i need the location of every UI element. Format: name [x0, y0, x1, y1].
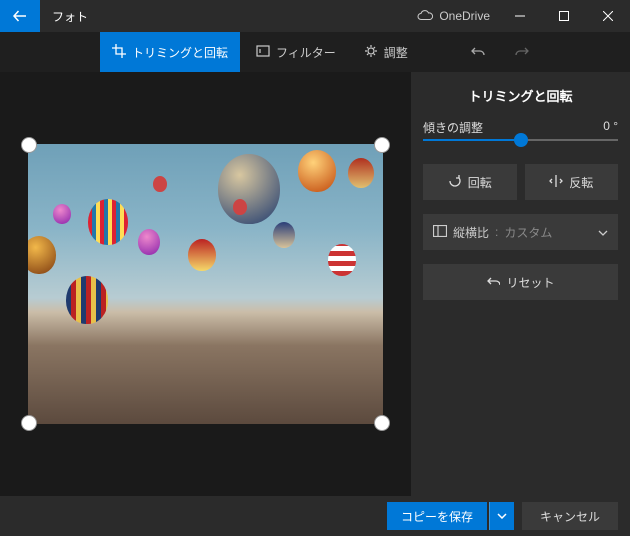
- minimize-button[interactable]: [498, 0, 542, 32]
- redo-button[interactable]: [502, 32, 542, 72]
- crop-handle-bottom-right[interactable]: [374, 415, 390, 431]
- chevron-down-icon: [598, 225, 608, 239]
- flip-button[interactable]: 反転: [525, 164, 619, 200]
- photo-preview: [28, 144, 383, 424]
- filter-icon: [256, 44, 270, 61]
- tab-adjust[interactable]: 調整: [352, 32, 420, 72]
- tab-filter[interactable]: フィルター: [244, 32, 348, 72]
- app-title: フォト: [40, 8, 88, 25]
- tab-adjust-label: 調整: [384, 44, 408, 61]
- rotate-icon: [448, 174, 462, 191]
- maximize-button[interactable]: [542, 0, 586, 32]
- save-copy-button[interactable]: コピーを保存: [387, 502, 487, 530]
- save-dropdown-button[interactable]: [489, 502, 514, 530]
- canvas-area: [0, 72, 411, 496]
- side-panel-title: トリミングと回転: [423, 86, 618, 105]
- rotate-label: 回転: [468, 174, 492, 191]
- onedrive-indicator[interactable]: OneDrive: [417, 9, 498, 23]
- rotate-button[interactable]: 回転: [423, 164, 517, 200]
- aspect-label: 縦横比: [453, 224, 489, 241]
- aspect-icon: [433, 225, 447, 240]
- close-button[interactable]: [586, 0, 630, 32]
- crop-handle-bottom-left[interactable]: [21, 415, 37, 431]
- cloud-icon: [417, 9, 433, 23]
- cancel-button[interactable]: キャンセル: [522, 502, 618, 530]
- flip-label: 反転: [569, 174, 593, 191]
- onedrive-label: OneDrive: [439, 9, 490, 23]
- tilt-slider-thumb[interactable]: [514, 133, 528, 147]
- tab-crop-rotate[interactable]: トリミングと回転: [100, 32, 240, 72]
- crop-icon: [112, 44, 126, 61]
- undo-button[interactable]: [458, 32, 498, 72]
- adjust-icon: [364, 44, 378, 61]
- tilt-slider[interactable]: [423, 130, 618, 150]
- side-panel: トリミングと回転 傾きの調整 0 ° 回転 反転 縦横比 :: [411, 72, 630, 496]
- reset-icon: [486, 274, 500, 291]
- aspect-value: カスタム: [504, 224, 552, 241]
- crop-handle-top-left[interactable]: [21, 137, 37, 153]
- flip-icon: [549, 174, 563, 191]
- tab-crop-label: トリミングと回転: [132, 44, 228, 61]
- back-button[interactable]: [0, 0, 40, 32]
- tab-filter-label: フィルター: [276, 44, 336, 61]
- crop-frame[interactable]: [28, 144, 383, 424]
- reset-button[interactable]: リセット: [423, 264, 618, 300]
- aspect-sep: :: [495, 225, 498, 239]
- aspect-ratio-dropdown[interactable]: 縦横比 : カスタム: [423, 214, 618, 250]
- crop-handle-top-right[interactable]: [374, 137, 390, 153]
- reset-label: リセット: [506, 274, 554, 291]
